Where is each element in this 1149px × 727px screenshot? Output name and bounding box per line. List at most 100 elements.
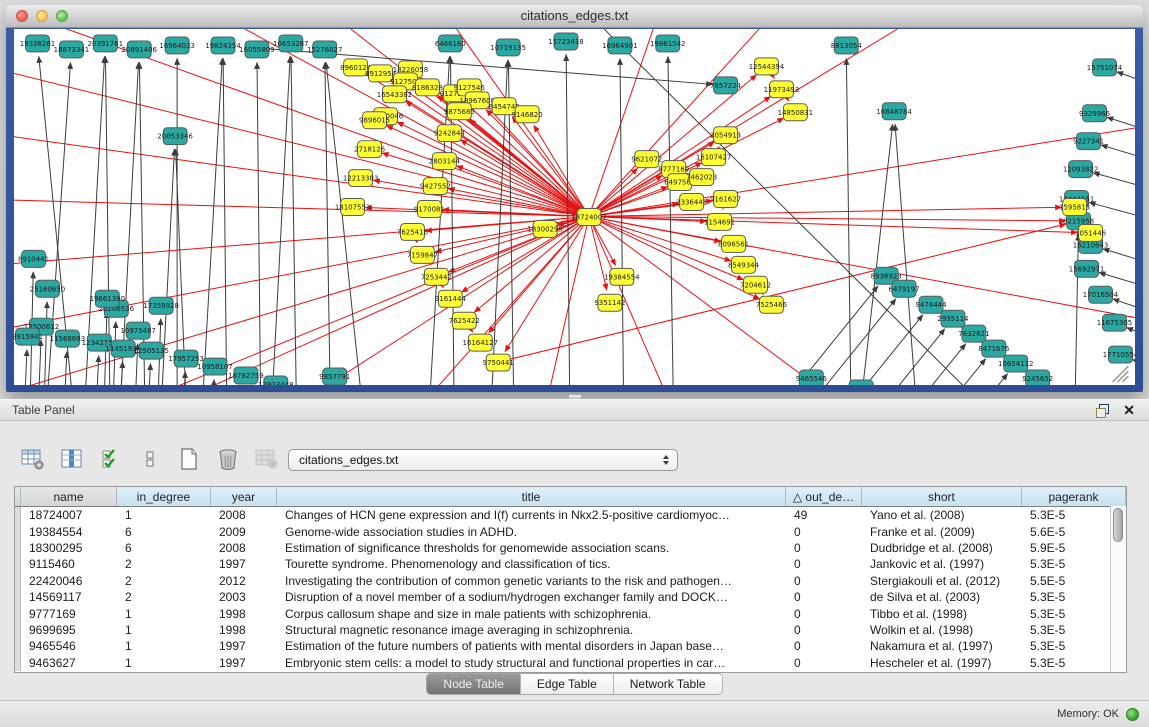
graph-node[interactable]: 19824354 — [205, 37, 241, 54]
close-panel-icon[interactable]: ✕ — [1123, 402, 1135, 418]
table-row[interactable]: 946554611997Estimation of the future num… — [15, 638, 1126, 654]
graph-edge[interactable] — [1093, 173, 1135, 201]
table-row[interactable]: 1456911722003Disruption of a novel membe… — [15, 589, 1126, 605]
graph-node[interactable]: 7632621 — [958, 325, 989, 342]
graph-edge[interactable] — [1107, 117, 1135, 144]
graph-node[interactable]: 20891406 — [121, 41, 156, 58]
network-canvas[interactable]: 1872400719336261188733412039176120891406… — [14, 29, 1135, 385]
graph-node[interactable]: 10654112 — [998, 355, 1033, 372]
graph-edge[interactable] — [460, 140, 588, 217]
graph-node[interactable]: 19384554 — [604, 268, 640, 285]
graph-edge[interactable] — [1075, 234, 1079, 385]
graph-node[interactable]: 10975487 — [120, 322, 155, 339]
graph-node[interactable]: 16648784 — [876, 103, 912, 120]
graph-node[interactable]: 9329966 — [1079, 105, 1110, 122]
column-header-out_degree[interactable]: △ out_de… — [786, 487, 862, 506]
graph-node[interactable]: 2336441 — [676, 194, 707, 211]
graph-edge[interactable] — [1132, 360, 1135, 385]
table-row[interactable]: 2242004622012Investigating the contribut… — [15, 573, 1126, 589]
table-selector-dropdown[interactable]: citations_edges.txt — [288, 449, 678, 471]
tab-network-table[interactable]: Network Table — [614, 673, 723, 695]
graph-edge[interactable] — [38, 340, 41, 385]
graph-node[interactable]: 11675305 — [1097, 314, 1132, 331]
graph-node[interactable]: 7462023 — [686, 169, 717, 186]
graph-node[interactable]: 9465546 — [796, 370, 827, 385]
graph-edge[interactable] — [211, 379, 214, 385]
graph-node[interactable]: 8549344 — [728, 256, 760, 273]
graph-edge[interactable] — [1117, 72, 1135, 99]
graph-edge[interactable] — [325, 62, 331, 385]
graph-edge[interactable] — [534, 216, 589, 385]
graph-node[interactable]: 9351142 — [594, 294, 625, 311]
graph-node[interactable]: 9427552 — [420, 178, 451, 195]
graph-node[interactable]: 8471676 — [978, 340, 1009, 357]
graph-edge[interactable] — [43, 302, 47, 385]
graph-edge[interactable] — [147, 364, 150, 385]
graph-node[interactable]: 19336261 — [20, 35, 55, 52]
table-row[interactable]: 1830029562008Estimation of significance … — [15, 540, 1126, 556]
table-options-icon[interactable] — [18, 445, 48, 473]
table-row[interactable]: 977716911998Corpus callosum shape and si… — [15, 605, 1126, 621]
graph-node[interactable]: 8096561 — [718, 235, 749, 252]
graph-node[interactable]: 16055809 — [239, 41, 274, 58]
graph-node[interactable]: 7857224 — [710, 77, 742, 94]
table-row[interactable]: 946362711997Embryonic stem cells: a mode… — [15, 655, 1126, 671]
graph-node[interactable]: 15276027 — [307, 41, 342, 58]
graph-node[interactable]: 10719135 — [490, 39, 525, 56]
graph-edge[interactable] — [257, 62, 261, 385]
graph-node[interactable]: 8813054 — [831, 37, 863, 54]
import-table-icon[interactable] — [252, 445, 282, 473]
graph-edge[interactable] — [934, 374, 1008, 385]
scrollbar-thumb[interactable] — [1113, 508, 1123, 542]
graph-node[interactable]: 9161444 — [435, 290, 467, 307]
graph-edge[interactable] — [892, 344, 966, 385]
graph-node[interactable]: 11568693 — [50, 330, 85, 347]
graph-edge[interactable] — [63, 352, 66, 385]
graph-node[interactable]: 17359928 — [143, 297, 178, 314]
graph-node[interactable]: 2054913 — [710, 127, 741, 144]
window-titlebar[interactable]: citations_edges.txt — [6, 5, 1143, 28]
graph-node[interactable]: 6479197 — [889, 280, 920, 297]
vertical-scrollbar[interactable] — [1110, 506, 1126, 672]
graph-node[interactable]: 18873341 — [54, 41, 89, 58]
graph-edge[interactable] — [668, 56, 674, 385]
graph-node[interactable]: 9227341 — [1073, 133, 1104, 150]
close-button[interactable] — [16, 10, 28, 22]
graph-edge[interactable] — [201, 58, 222, 385]
graph-node[interactable]: 12093822 — [1063, 161, 1098, 178]
graph-node[interactable]: 15751074 — [1087, 59, 1123, 76]
graph-node[interactable]: 9161627 — [710, 191, 741, 208]
graph-node[interactable]: 19861542 — [650, 35, 685, 52]
graph-node[interactable]: 9857791 — [319, 368, 350, 385]
graph-edge[interactable] — [24, 350, 27, 385]
column-header-name[interactable]: name — [21, 487, 117, 506]
graph-node[interactable]: 11973493 — [764, 81, 799, 98]
tab-node-table[interactable]: Node Table — [426, 673, 521, 695]
graph-node[interactable]: 16964901 — [602, 37, 637, 54]
graph-node[interactable]: 16964033 — [159, 37, 194, 54]
graph-node[interactable]: 12544394 — [749, 58, 785, 75]
graph-node[interactable]: 9245652 — [1022, 370, 1053, 385]
graph-node[interactable]: 1051446 — [1075, 224, 1106, 241]
graph-node[interactable]: 25160650 — [30, 280, 65, 297]
resize-grip[interactable] — [1112, 366, 1128, 382]
graph-edge[interactable] — [461, 216, 588, 292]
column-header-short[interactable]: short — [862, 487, 1022, 506]
graph-edge[interactable] — [1103, 249, 1135, 277]
graph-node[interactable]: 17710554 — [1103, 346, 1135, 363]
row-selection-icon[interactable] — [96, 445, 126, 473]
graph-node[interactable]: 9242844 — [434, 125, 466, 142]
graph-node[interactable]: 20391761 — [88, 35, 123, 52]
table-row[interactable]: 1872400712008Changes of HCN gene express… — [15, 507, 1126, 523]
table-row[interactable]: 1938455462009Genome-wide association stu… — [15, 523, 1126, 539]
graph-node[interactable]: 9896015 — [359, 112, 390, 129]
column-header-pagerank[interactable]: pagerank — [1022, 487, 1126, 506]
graph-node[interactable]: 12213383 — [343, 170, 378, 187]
graph-edge[interactable] — [291, 56, 297, 385]
graph-node[interactable]: 7204612 — [740, 276, 771, 293]
graph-node[interactable]: 2935114 — [937, 310, 969, 327]
tab-edge-table[interactable]: Edge Table — [521, 673, 614, 695]
delete-table-icon[interactable] — [213, 445, 243, 473]
graph-edge[interactable] — [95, 356, 98, 385]
graph-edge[interactable] — [223, 58, 227, 385]
